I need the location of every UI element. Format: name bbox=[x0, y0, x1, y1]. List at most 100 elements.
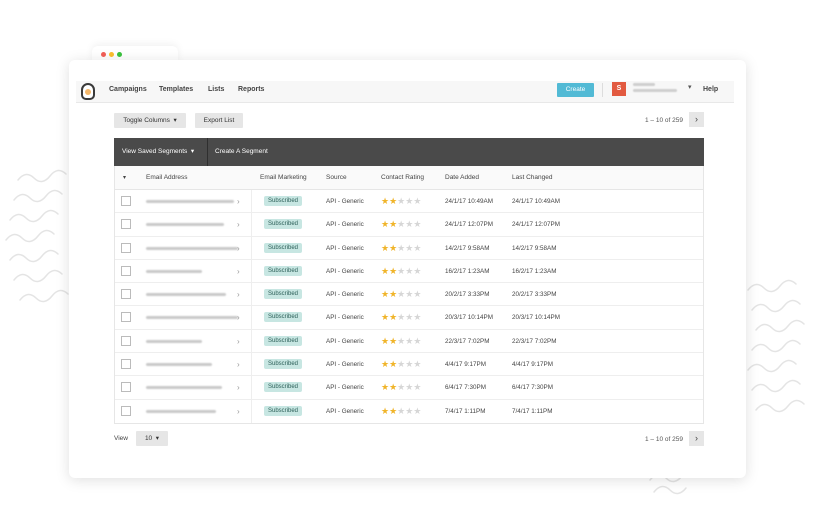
chevron-right-icon[interactable]: › bbox=[237, 353, 240, 376]
header-last-changed[interactable]: Last Changed bbox=[512, 166, 552, 190]
create-button[interactable]: Create bbox=[557, 83, 594, 97]
star-icon[interactable]: ★ bbox=[389, 406, 397, 416]
chevron-right-icon[interactable]: › bbox=[237, 400, 240, 423]
star-icon[interactable]: ★ bbox=[389, 219, 397, 229]
star-icon[interactable]: ★ bbox=[389, 359, 397, 369]
star-icon[interactable]: ★ bbox=[381, 196, 389, 206]
account-caret-icon[interactable]: ▾ bbox=[688, 83, 692, 91]
star-icon[interactable]: ★ bbox=[413, 382, 421, 392]
contact-rating-stars: ★★★★★ bbox=[381, 237, 421, 260]
star-icon[interactable]: ★ bbox=[413, 266, 421, 276]
row-checkbox[interactable] bbox=[121, 265, 131, 276]
star-icon[interactable]: ★ bbox=[381, 289, 389, 299]
star-icon[interactable]: ★ bbox=[413, 312, 421, 322]
nav-campaigns[interactable]: Campaigns bbox=[109, 86, 147, 93]
maximize-window-dot[interactable] bbox=[117, 52, 122, 57]
email-address-blurred[interactable] bbox=[146, 409, 216, 413]
email-address-blurred[interactable] bbox=[146, 246, 238, 250]
chevron-right-icon[interactable]: › bbox=[237, 237, 240, 260]
star-icon[interactable]: ★ bbox=[413, 243, 421, 253]
table-row[interactable]: › Subscribed API - Generic ★★★★★ 4/4/17 9:17… bbox=[115, 353, 703, 377]
toggle-columns-button[interactable]: Toggle Columns ▾ bbox=[114, 113, 186, 128]
star-icon[interactable]: ★ bbox=[381, 359, 389, 369]
chevron-right-icon[interactable]: › bbox=[237, 260, 240, 283]
email-address-blurred[interactable] bbox=[146, 339, 202, 343]
star-icon[interactable]: ★ bbox=[413, 336, 421, 346]
email-address-blurred[interactable] bbox=[146, 223, 224, 227]
email-address-blurred[interactable] bbox=[146, 293, 226, 297]
table-row[interactable]: › Subscribed API - Generic ★★★★★ 7/4/17 1:11… bbox=[115, 399, 703, 423]
status-badge: Subscribed bbox=[264, 359, 303, 370]
header-email-marketing[interactable]: Email Marketing bbox=[260, 166, 307, 190]
star-icon[interactable]: ★ bbox=[381, 312, 389, 322]
email-address-blurred[interactable] bbox=[146, 269, 202, 273]
star-icon[interactable]: ★ bbox=[413, 219, 421, 229]
table-row[interactable]: › Subscribed API - Generic ★★★★★ 6/4/17 7:30… bbox=[115, 376, 703, 400]
table-row[interactable]: › Subscribed API - Generic ★★★★★ 24/1/17 10:… bbox=[115, 190, 703, 214]
table-row[interactable]: › Subscribed API - Generic ★★★★★ 14/2/17 9:5… bbox=[115, 236, 703, 260]
row-checkbox[interactable] bbox=[121, 382, 131, 393]
star-icon[interactable]: ★ bbox=[381, 336, 389, 346]
star-icon[interactable]: ★ bbox=[389, 382, 397, 392]
per-page-select[interactable]: 10 ▾ bbox=[136, 431, 168, 446]
row-checkbox[interactable] bbox=[121, 219, 131, 230]
row-checkbox[interactable] bbox=[121, 196, 131, 206]
email-address-blurred[interactable] bbox=[146, 200, 234, 203]
star-icon[interactable]: ★ bbox=[413, 406, 421, 416]
star-icon[interactable]: ★ bbox=[381, 243, 389, 253]
star-icon[interactable]: ★ bbox=[413, 289, 421, 299]
star-icon[interactable]: ★ bbox=[389, 266, 397, 276]
avatar[interactable]: S bbox=[612, 82, 626, 96]
chevron-right-icon[interactable]: › bbox=[237, 376, 240, 399]
next-page-button-bottom[interactable]: › bbox=[689, 431, 704, 446]
row-checkbox[interactable] bbox=[121, 312, 131, 323]
header-source[interactable]: Source bbox=[326, 166, 347, 190]
star-icon[interactable]: ★ bbox=[381, 382, 389, 392]
next-page-button-top[interactable]: › bbox=[689, 112, 704, 127]
header-email-address[interactable]: Email Address bbox=[146, 166, 188, 190]
table-row[interactable]: › Subscribed API - Generic ★★★★★ 22/3/17 7:0… bbox=[115, 329, 703, 354]
star-icon[interactable]: ★ bbox=[381, 219, 389, 229]
star-icon[interactable]: ★ bbox=[389, 312, 397, 322]
chevron-right-icon[interactable]: › bbox=[237, 306, 240, 329]
email-address-blurred[interactable] bbox=[146, 363, 212, 367]
star-icon[interactable]: ★ bbox=[381, 406, 389, 416]
select-all-chevron-icon[interactable]: ▾ bbox=[123, 166, 126, 190]
nav-reports[interactable]: Reports bbox=[238, 86, 264, 93]
table-row[interactable]: › Subscribed API - Generic ★★★★★ 24/1/17 12:… bbox=[115, 213, 703, 237]
chevron-right-icon[interactable]: › bbox=[237, 213, 240, 236]
star-icon[interactable]: ★ bbox=[413, 196, 421, 206]
row-checkbox[interactable] bbox=[121, 242, 131, 253]
star-icon[interactable]: ★ bbox=[381, 266, 389, 276]
row-checkbox[interactable] bbox=[121, 405, 131, 416]
table-row[interactable]: › Subscribed API - Generic ★★★★★ 20/2/17 3:3… bbox=[115, 283, 703, 307]
account-name-blurred[interactable] bbox=[633, 83, 683, 95]
star-icon[interactable]: ★ bbox=[389, 196, 397, 206]
star-icon[interactable]: ★ bbox=[389, 289, 397, 299]
table-row[interactable]: › Subscribed API - Generic ★★★★★ 16/2/17 1:2… bbox=[115, 259, 703, 284]
star-icon[interactable]: ★ bbox=[389, 336, 397, 346]
email-address-blurred[interactable] bbox=[146, 386, 222, 390]
chevron-right-icon[interactable]: › bbox=[237, 283, 240, 306]
chevron-right-icon[interactable]: › bbox=[237, 330, 240, 353]
nav-lists[interactable]: Lists bbox=[208, 86, 224, 93]
header-contact-rating[interactable]: Contact Rating bbox=[381, 166, 424, 190]
row-checkbox[interactable] bbox=[121, 289, 131, 300]
view-saved-segments-button[interactable]: View Saved Segments ▾ bbox=[122, 138, 194, 166]
minimize-window-dot[interactable] bbox=[109, 52, 114, 57]
help-link[interactable]: Help bbox=[703, 86, 718, 93]
star-icon[interactable]: ★ bbox=[389, 243, 397, 253]
chevron-right-icon[interactable]: › bbox=[237, 190, 240, 213]
row-checkbox[interactable] bbox=[121, 359, 131, 370]
nav-templates[interactable]: Templates bbox=[159, 86, 193, 93]
email-address-blurred[interactable] bbox=[146, 316, 238, 320]
contact-rating-stars: ★★★★★ bbox=[381, 190, 421, 213]
star-icon[interactable]: ★ bbox=[413, 359, 421, 369]
export-list-button[interactable]: Export List bbox=[195, 113, 243, 128]
table-row[interactable]: › Subscribed API - Generic ★★★★★ 20/3/17 10:… bbox=[115, 306, 703, 330]
row-checkbox[interactable] bbox=[121, 335, 131, 346]
close-window-dot[interactable] bbox=[101, 52, 106, 57]
create-segment-button[interactable]: Create A Segment bbox=[215, 138, 268, 166]
header-date-added[interactable]: Date Added bbox=[445, 166, 479, 190]
mailchimp-logo-icon[interactable] bbox=[81, 83, 95, 100]
